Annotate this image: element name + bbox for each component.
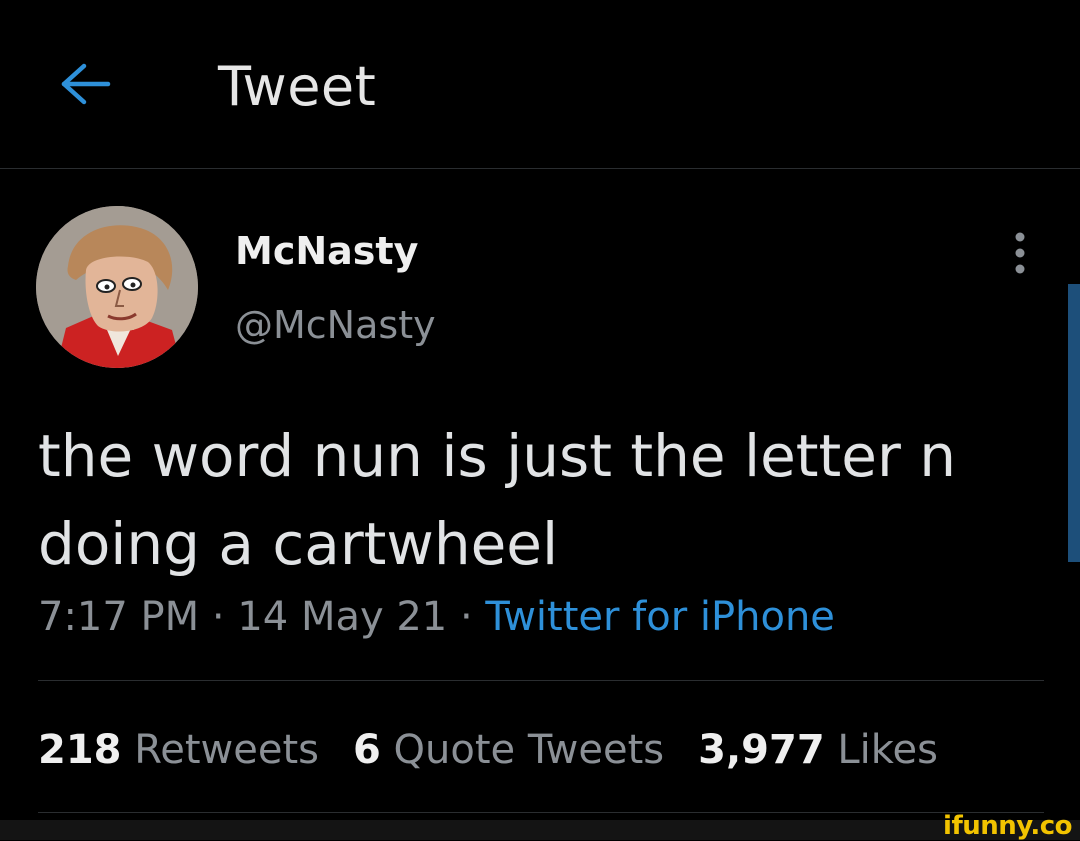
retweets-count: 218 — [38, 727, 122, 773]
avatar[interactable] — [36, 206, 198, 368]
retweets-label: Retweets — [134, 727, 319, 773]
likes-count: 3,977 — [698, 727, 825, 773]
quote-tweets-label: Quote Tweets — [393, 727, 665, 773]
tweet-date: 14 May 21 — [237, 594, 448, 640]
author-display-name[interactable]: McNasty — [235, 226, 418, 276]
arrow-left-icon[interactable] — [58, 60, 112, 108]
page-title: Tweet — [218, 55, 377, 118]
tweet-meta: 7:17 PM · 14 May 21 · Twitter for iPhone — [38, 590, 835, 644]
author-handle[interactable]: @McNasty — [235, 300, 436, 350]
meta-divider — [38, 680, 1044, 681]
tweet-text: the word nun is just the letter n doing … — [38, 422, 957, 578]
stats-divider — [38, 812, 1044, 813]
meta-separator: · — [447, 594, 486, 640]
tweet-time: 7:17 PM — [38, 594, 200, 640]
engagement-stats: 218 Retweets 6 Quote Tweets 3,977 Likes — [38, 722, 972, 778]
quote-tweets-count: 6 — [352, 727, 381, 773]
scroll-indicator — [1068, 284, 1080, 562]
watermark-bar — [0, 820, 1080, 840]
top-app-bar: Tweet — [0, 0, 1080, 168]
header-divider — [0, 168, 1080, 169]
likes-stat[interactable]: 3,977 Likes — [698, 722, 938, 778]
meta-separator: · — [199, 594, 238, 640]
likes-label: Likes — [837, 727, 938, 773]
watermark: ifunny.co — [943, 811, 1072, 841]
vertical-ellipsis-icon[interactable] — [1004, 230, 1036, 276]
quote-tweets-stat[interactable]: 6 Quote Tweets — [353, 722, 664, 778]
tweet-source-link[interactable]: Twitter for iPhone — [485, 594, 835, 640]
retweets-stat[interactable]: 218 Retweets — [38, 722, 319, 778]
